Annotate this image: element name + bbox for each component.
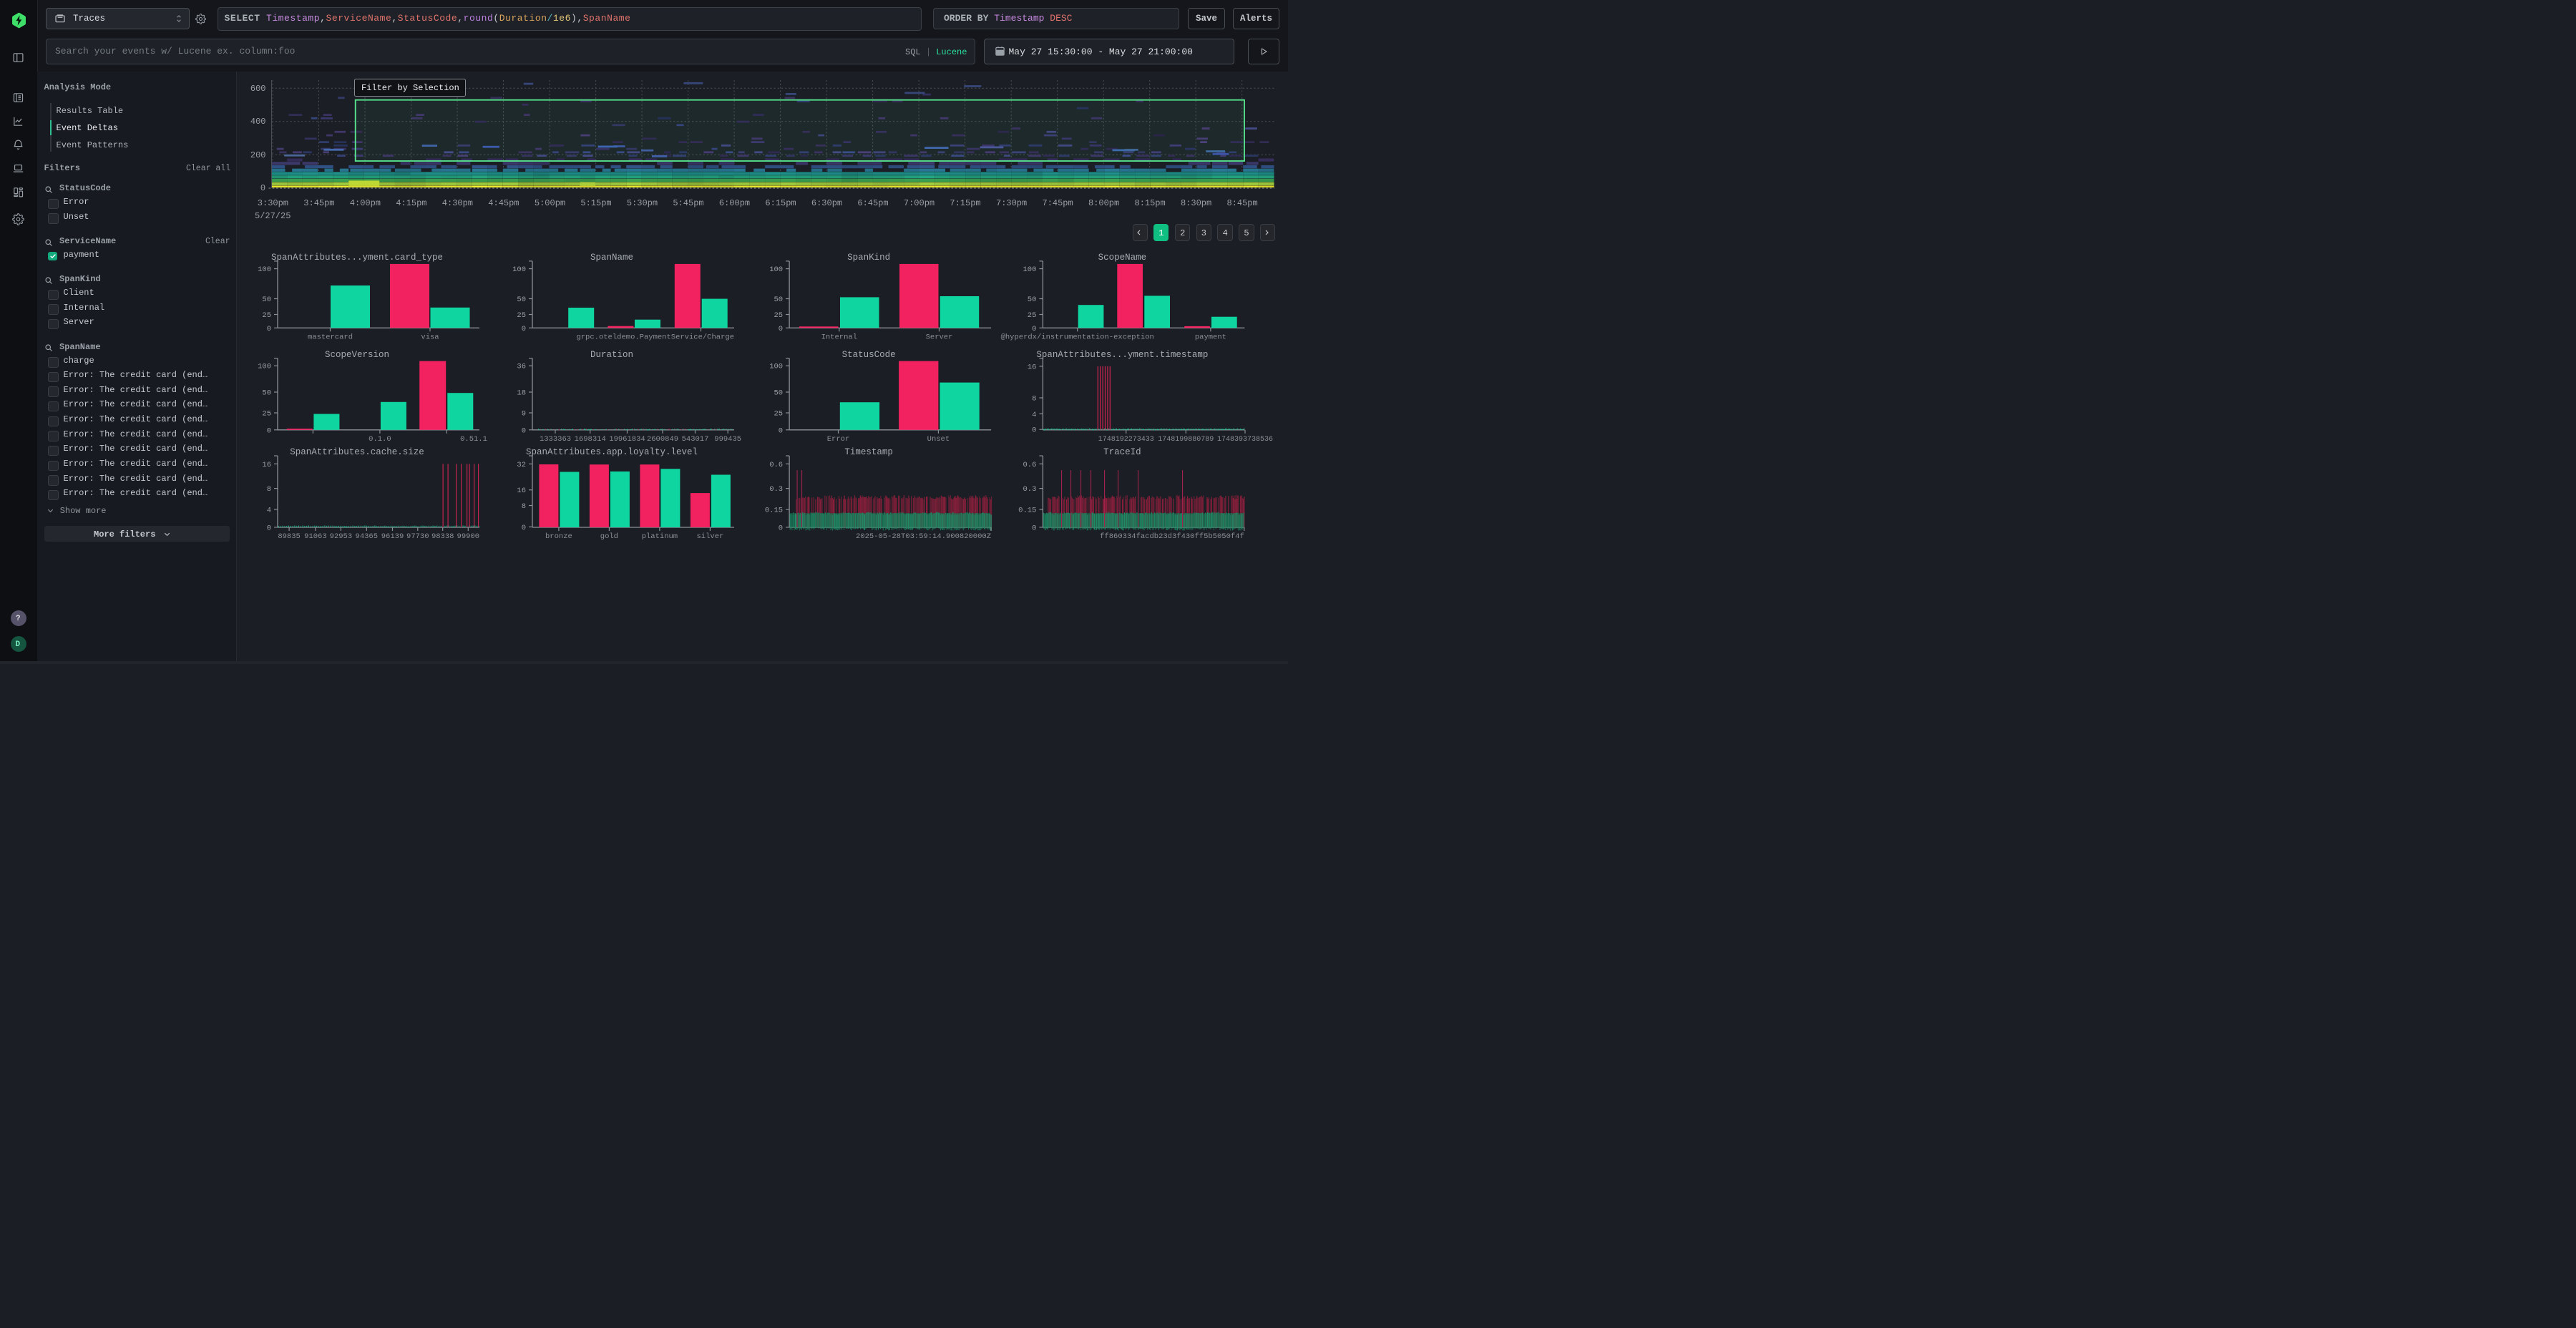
svg-text:25: 25 [774,311,783,320]
svg-text:SpanAttributes.cache.size: SpanAttributes.cache.size [290,447,424,457]
svg-text:0: 0 [779,524,783,532]
svg-text:25: 25 [262,311,271,320]
svg-text:visa: visa [421,333,439,342]
svg-text:50: 50 [262,389,271,398]
svg-text:8: 8 [267,485,271,494]
svg-text:1748192273433: 1748192273433 [1098,436,1154,444]
svg-text:SpanKind: SpanKind [847,253,890,263]
svg-text:1698314: 1698314 [575,435,606,444]
svg-text:Timestamp: Timestamp [844,447,893,457]
svg-text:9: 9 [522,410,526,419]
svg-text:grpc.oteldemo.PaymentService/C: grpc.oteldemo.PaymentService/Charge [576,333,734,342]
svg-text:543017: 543017 [682,435,709,444]
svg-text:SpanAttributes...yment.timesta: SpanAttributes...yment.timestamp [1036,350,1208,360]
svg-text:payment: payment [1195,333,1226,342]
svg-text:92953: 92953 [330,532,353,541]
svg-text:TraceId: TraceId [1103,447,1141,457]
svg-text:mastercard: mastercard [308,333,353,342]
svg-text:@hyperdx/instrumentation-excep: @hyperdx/instrumentation-exception [1001,333,1154,342]
svg-text:0: 0 [1032,426,1036,435]
svg-text:1748393738536: 1748393738536 [1217,436,1273,444]
svg-text:32: 32 [517,461,526,469]
svg-text:25: 25 [1028,311,1037,320]
svg-text:2025-05-28T03:59:14.900820000Z: 2025-05-28T03:59:14.900820000Z [856,532,991,541]
svg-text:8: 8 [1032,395,1036,404]
svg-text:16: 16 [517,487,526,495]
svg-text:89835: 89835 [278,532,301,541]
svg-text:0: 0 [1032,325,1036,333]
svg-text:50: 50 [774,389,783,398]
svg-text:ScopeName: ScopeName [1098,253,1147,263]
svg-text:silver: silver [696,532,723,541]
svg-text:100: 100 [1023,265,1036,274]
svg-text:100: 100 [258,363,271,371]
svg-text:99900: 99900 [457,532,480,541]
svg-text:19961834: 19961834 [609,435,645,444]
svg-text:96139: 96139 [381,532,404,541]
svg-text:50: 50 [774,296,783,304]
svg-text:94365: 94365 [356,532,379,541]
svg-text:0: 0 [522,524,526,532]
svg-text:1748199880789: 1748199880789 [1158,436,1214,444]
svg-text:Duration: Duration [590,350,633,360]
svg-text:25: 25 [774,410,783,419]
svg-text:0.15: 0.15 [1018,507,1036,515]
svg-text:16: 16 [1028,363,1037,371]
svg-text:97730: 97730 [406,532,429,541]
svg-text:platinum: platinum [642,532,678,541]
svg-text:0: 0 [779,426,783,435]
svg-text:StatusCode: StatusCode [842,350,896,360]
svg-text:2600849: 2600849 [647,435,678,444]
svg-text:SpanAttributes.app.loyalty.lev: SpanAttributes.app.loyalty.level [526,447,698,457]
svg-text:bronze: bronze [545,532,572,541]
svg-text:100: 100 [769,265,783,274]
svg-text:50: 50 [262,296,271,304]
svg-text:50: 50 [517,296,526,304]
svg-text:25: 25 [517,311,526,320]
svg-text:91063: 91063 [304,532,327,541]
svg-text:0: 0 [522,426,526,435]
svg-text:16: 16 [262,461,271,469]
svg-text:8: 8 [522,502,526,511]
svg-text:Unset: Unset [927,435,950,444]
svg-text:98338: 98338 [431,532,454,541]
svg-text:25: 25 [262,410,271,419]
svg-text:0: 0 [267,426,271,435]
svg-text:0.51.1: 0.51.1 [460,435,487,444]
svg-text:ScopeVersion: ScopeVersion [325,350,389,360]
svg-text:0.6: 0.6 [1023,461,1036,469]
svg-text:SpanAttributes...yment.card_ty: SpanAttributes...yment.card_type [271,253,443,263]
svg-text:0: 0 [522,325,526,333]
svg-text:SpanName: SpanName [590,253,633,263]
svg-text:999435: 999435 [714,435,741,444]
svg-text:Error: Error [827,435,850,444]
svg-text:0: 0 [267,524,271,532]
svg-text:Server: Server [926,333,953,342]
svg-text:0.3: 0.3 [769,485,783,494]
svg-text:4: 4 [1032,411,1036,419]
svg-text:1333363: 1333363 [540,435,571,444]
svg-text:100: 100 [512,265,526,274]
svg-text:0.15: 0.15 [765,507,783,515]
svg-text:4: 4 [267,507,271,515]
svg-text:0: 0 [779,325,783,333]
svg-text:100: 100 [258,265,271,274]
svg-text:0.3: 0.3 [1023,485,1036,494]
svg-text:18: 18 [517,389,526,398]
svg-text:gold: gold [600,532,618,541]
svg-text:50: 50 [1028,296,1037,304]
svg-text:0: 0 [1032,524,1036,532]
svg-text:ff860334facdb23d3f430ff5b5050f: ff860334facdb23d3f430ff5b5050f4f [1100,532,1244,541]
svg-text:36: 36 [517,363,526,371]
svg-text:Internal: Internal [821,333,857,342]
svg-text:0: 0 [267,325,271,333]
svg-text:0.6: 0.6 [769,461,783,469]
svg-text:100: 100 [769,363,783,371]
svg-text:0.1.0: 0.1.0 [369,435,391,444]
